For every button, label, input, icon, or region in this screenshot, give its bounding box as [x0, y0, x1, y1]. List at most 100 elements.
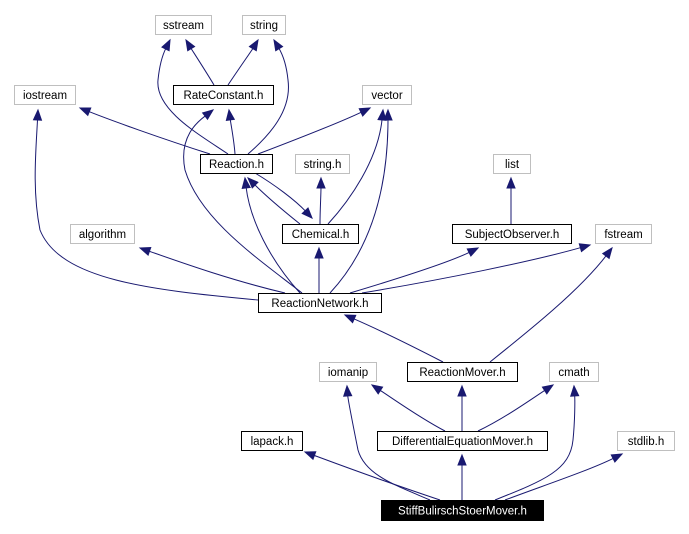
arrowhead-icon — [185, 38, 196, 52]
node-label: fstream — [604, 229, 642, 241]
edge-ReactionNetwork-to-algorithm — [138, 246, 286, 294]
node-label: cmath — [558, 367, 589, 379]
node-stiffbulirschstoermover-h[interactable]: StiffBulirschStoerMover.h — [381, 500, 544, 521]
node-reactionmover-h[interactable]: ReactionMover.h — [407, 362, 518, 382]
edge-ReactionNetwork-to-SubjectObserver — [349, 247, 480, 294]
node-fstream: fstream — [595, 224, 652, 244]
edge-StiffBS-to-DiffEqMover — [457, 453, 467, 500]
node-label: ReactionNetwork.h — [271, 298, 368, 310]
edge-line — [183, 115, 303, 294]
node-iomanip: iomanip — [319, 362, 377, 382]
node-label: iomanip — [328, 367, 368, 379]
node-label: SubjectObserver.h — [465, 229, 560, 241]
arrowhead-icon — [201, 109, 215, 121]
node-subjectobserver-h[interactable]: SubjectObserver.h — [452, 224, 572, 244]
node-lapack-h[interactable]: lapack.h — [241, 431, 303, 451]
node-label: stdlib.h — [628, 436, 664, 448]
node-label: iostream — [23, 90, 67, 102]
node-label: string.h — [304, 159, 342, 171]
edge-DiffEqMover-to-iomanip — [370, 384, 446, 432]
edge-Reaction-to-vector — [257, 107, 372, 155]
nodes-layer: sstream string iostream RateConstant.h vecto… — [14, 15, 675, 521]
arrowhead-icon — [138, 246, 152, 256]
edge-Chemical-to-stringh — [316, 176, 326, 225]
arrowhead-icon — [78, 107, 92, 117]
node-cmath: cmath — [549, 362, 599, 382]
node-label: DifferentialEquationMover.h — [392, 436, 533, 448]
node-chemical-h[interactable]: Chemical.h — [282, 224, 359, 244]
arrowhead-icon — [541, 384, 555, 395]
edge-line — [489, 254, 607, 363]
arrowhead-icon — [303, 451, 317, 461]
node-label: list — [505, 159, 520, 171]
arrowhead-icon — [32, 108, 43, 121]
arrowhead-icon — [457, 453, 467, 466]
arrowhead-icon — [161, 38, 171, 52]
edge-line — [190, 47, 215, 86]
arrowhead-icon — [506, 176, 516, 189]
edge-line — [254, 184, 301, 225]
edge-line — [227, 47, 254, 86]
node-differentialequationmover-h[interactable]: DifferentialEquationMover.h — [377, 431, 548, 451]
arrowhead-icon — [343, 384, 353, 397]
edge-SubjectObserver-to-list — [506, 176, 516, 224]
edge-line — [379, 389, 446, 432]
edge-line — [88, 110, 211, 155]
edge-line — [313, 454, 441, 501]
edge-ReactionNetwork-to-fstream — [361, 243, 592, 294]
edge-line — [504, 457, 615, 501]
arrowhead-icon — [610, 453, 624, 463]
node-label: StiffBulirschStoerMover.h — [398, 506, 527, 518]
edge-ReactionNetwork-to-RateConstant — [183, 109, 303, 294]
arrowhead-icon — [457, 384, 467, 397]
edge-ReactionNetwork-to-iostream — [32, 108, 259, 301]
node-reaction-h[interactable]: Reaction.h — [200, 154, 273, 174]
node-label: string — [250, 20, 278, 32]
node-label: sstream — [163, 20, 204, 32]
edge-line — [148, 250, 286, 294]
arrowhead-icon — [316, 176, 326, 189]
arrowhead-icon — [358, 107, 372, 117]
arrowhead-icon — [601, 246, 613, 260]
include-dependency-graph: sstream string iostream RateConstant.h vecto… — [14, 15, 675, 521]
arrowhead-icon — [383, 108, 393, 121]
edge-ReactionMover-to-ReactionNetwork — [343, 314, 444, 363]
arrowhead-icon — [466, 247, 480, 257]
edge-line — [319, 186, 322, 225]
node-label: lapack.h — [251, 436, 294, 448]
arrowhead-icon — [314, 246, 324, 259]
edge-Reaction-to-Chemical — [254, 172, 313, 219]
node-label: ReactionMover.h — [419, 367, 505, 379]
edge-line — [477, 389, 546, 432]
edge-RateConstant-to-sstream — [185, 38, 215, 86]
arrowhead-icon — [225, 108, 236, 122]
edge-line — [34, 118, 259, 301]
edge-line — [353, 318, 444, 363]
node-string-h: string.h — [295, 154, 350, 174]
edge-DiffEqMover-to-cmath — [477, 384, 555, 432]
arrowhead-icon — [370, 384, 384, 395]
arrowhead-icon — [578, 243, 592, 253]
node-reactionnetwork-h[interactable]: ReactionNetwork.h — [258, 293, 382, 313]
node-iostream: iostream — [14, 85, 76, 105]
node-label: Chemical.h — [292, 229, 350, 241]
edge-line — [229, 118, 236, 155]
edge-RateConstant-to-string — [227, 38, 259, 86]
edge-ReactionNetwork-to-vector — [329, 108, 393, 294]
node-rateconstant-h[interactable]: RateConstant.h — [173, 85, 274, 105]
arrowhead-icon — [570, 384, 580, 397]
edge-line — [257, 111, 363, 155]
node-sstream: sstream — [155, 15, 212, 35]
edge-StiffBS-to-stdlib — [504, 453, 624, 501]
node-label: vector — [371, 90, 402, 102]
edge-line — [329, 118, 389, 294]
edge-StiffBS-to-lapack — [303, 451, 441, 501]
node-list: list — [493, 154, 531, 174]
node-stdlib-h: stdlib.h — [617, 431, 675, 451]
node-label: algorithm — [79, 229, 126, 241]
node-vector: vector — [362, 85, 412, 105]
node-label: Reaction.h — [209, 159, 264, 171]
arrowhead-icon — [248, 38, 259, 52]
edge-Reaction-to-RateConstant — [225, 108, 236, 155]
arrowhead-icon — [273, 38, 284, 52]
